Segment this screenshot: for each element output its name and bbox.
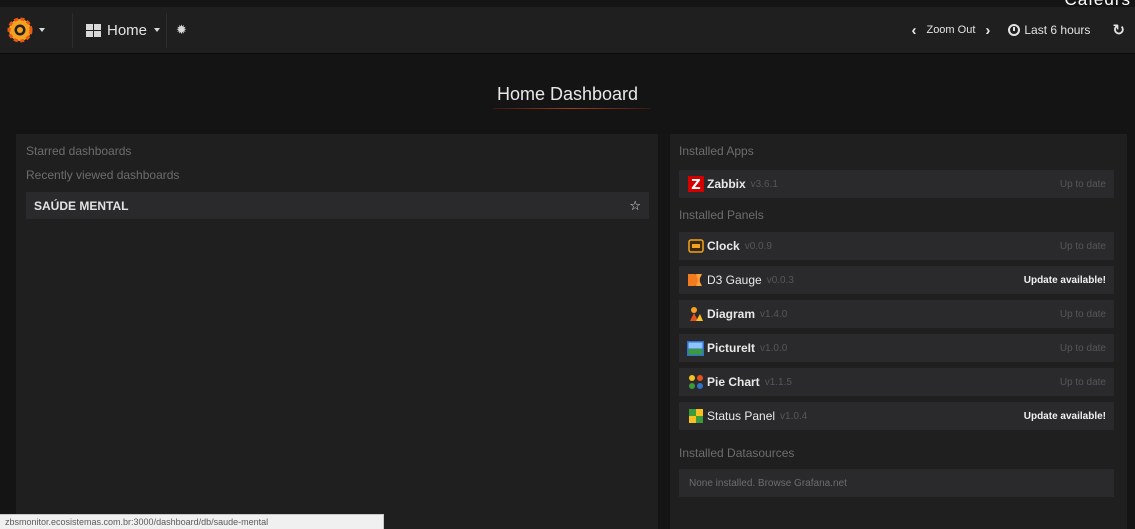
gear-icon: ✹ (176, 22, 187, 37)
dashboard-link[interactable]: SAÚDE MENTAL (34, 199, 128, 213)
plugin-name: PictureIt (707, 341, 756, 355)
plugin-status: Up to date (1059, 178, 1106, 190)
plugin-row-status-panel[interactable]: Status Panel v1.0.4 Update available! (679, 402, 1114, 430)
recent-dashboards-title: Recently viewed dashboards (26, 168, 180, 182)
home-dashboard-picker[interactable]: Home (86, 13, 161, 47)
chevron-left-icon[interactable]: ‹ (907, 22, 920, 39)
installed-panels-title: Installed Panels (679, 208, 764, 222)
dashboard-list-panel: Starred dashboards Recently viewed dashb… (16, 134, 658, 529)
recent-dashboard-item[interactable]: SAÚDE MENTAL ☆ (26, 192, 649, 219)
chevron-right-icon[interactable]: › (981, 22, 994, 39)
divider (166, 13, 167, 48)
status-panel-icon (687, 408, 704, 425)
plugin-list-panel: Installed Apps Z Zabbix v3.6.1 Up to dat… (670, 134, 1127, 529)
zoom-out-button[interactable]: Zoom Out (920, 24, 981, 36)
plugin-status: Up to date (1059, 308, 1106, 320)
plugin-version: v1.4.0 (760, 308, 788, 320)
time-range-label: Last 6 hours (1024, 23, 1091, 37)
plugin-status: Up to date (1059, 342, 1106, 354)
clock-icon (1008, 24, 1021, 36)
browse-grafana-net-link[interactable]: None installed. Browse Grafana.net (679, 469, 1114, 497)
divider (72, 13, 73, 48)
plugin-row-diagram[interactable]: Diagram v1.4.0 Up to date (679, 300, 1114, 328)
plugin-name: D3 Gauge (707, 273, 762, 287)
plugin-version: v1.1.5 (764, 376, 792, 388)
plugin-status: Update available! (1023, 410, 1106, 422)
plugin-name: Diagram (707, 307, 756, 321)
plugin-version: v3.6.1 (750, 178, 778, 190)
home-label: Home (107, 21, 148, 39)
plugin-status: Up to date (1059, 376, 1106, 388)
d3-icon (687, 272, 704, 289)
grafana-menu-button[interactable] (7, 13, 67, 47)
plugin-version: v0.0.3 (766, 274, 794, 286)
installed-apps-title: Installed Apps (679, 144, 754, 158)
pie-chart-icon (687, 374, 704, 391)
chevron-down-icon (39, 28, 45, 32)
clipped-top-text: Cafedrs (1064, 0, 1131, 8)
plugin-status: Update available! (1023, 274, 1106, 286)
plugin-name: Clock (707, 239, 740, 253)
title-underline (493, 108, 650, 109)
page-title: Home Dashboard (496, 84, 639, 104)
starred-dashboards-title: Starred dashboards (26, 144, 132, 158)
plugin-version: v0.0.9 (744, 240, 772, 252)
plugin-row-zabbix[interactable]: Z Zabbix v3.6.1 Up to date (679, 170, 1114, 198)
plugin-row-d3-gauge[interactable]: D3 Gauge v0.0.3 Update available! (679, 266, 1114, 294)
plugin-name: Pie Chart (707, 375, 760, 389)
top-navbar: Home ✹ ‹ Zoom Out › Last 6 hours ↻ (0, 7, 1135, 54)
plugin-status: Up to date (1059, 240, 1106, 252)
time-range-picker[interactable]: Last 6 hours (1008, 23, 1090, 37)
plugin-name: Status Panel (707, 409, 776, 423)
plugin-row-clock[interactable]: Clock v0.0.9 Up to date (679, 232, 1114, 260)
settings-button[interactable]: ✹ (176, 13, 187, 47)
time-controls: ‹ Zoom Out › Last 6 hours ↻ (907, 13, 1125, 47)
plugin-name: Zabbix (707, 177, 746, 191)
browser-status-bar: zbsmonitor.ecosistemas.com.br:3000/dashb… (0, 514, 384, 529)
diagram-icon (687, 306, 704, 323)
plugin-version: v1.0.0 (760, 342, 788, 354)
dashboards-grid-icon (86, 23, 101, 37)
chevron-down-icon (154, 28, 161, 32)
plugin-row-pie-chart[interactable]: Pie Chart v1.1.5 Up to date (679, 368, 1114, 396)
refresh-icon[interactable]: ↻ (1112, 21, 1125, 39)
zabbix-icon: Z (687, 176, 704, 193)
plugin-version: v1.0.4 (780, 410, 808, 422)
plugin-row-pictureit[interactable]: PictureIt v1.0.0 Up to date (679, 334, 1114, 362)
installed-datasources-title: Installed Datasources (679, 446, 795, 460)
svg-text:Z: Z (691, 178, 700, 192)
clock-plugin-icon (687, 238, 704, 255)
star-icon[interactable]: ☆ (629, 198, 641, 214)
pictureit-icon (687, 340, 704, 357)
grafana-logo-icon (7, 17, 33, 43)
